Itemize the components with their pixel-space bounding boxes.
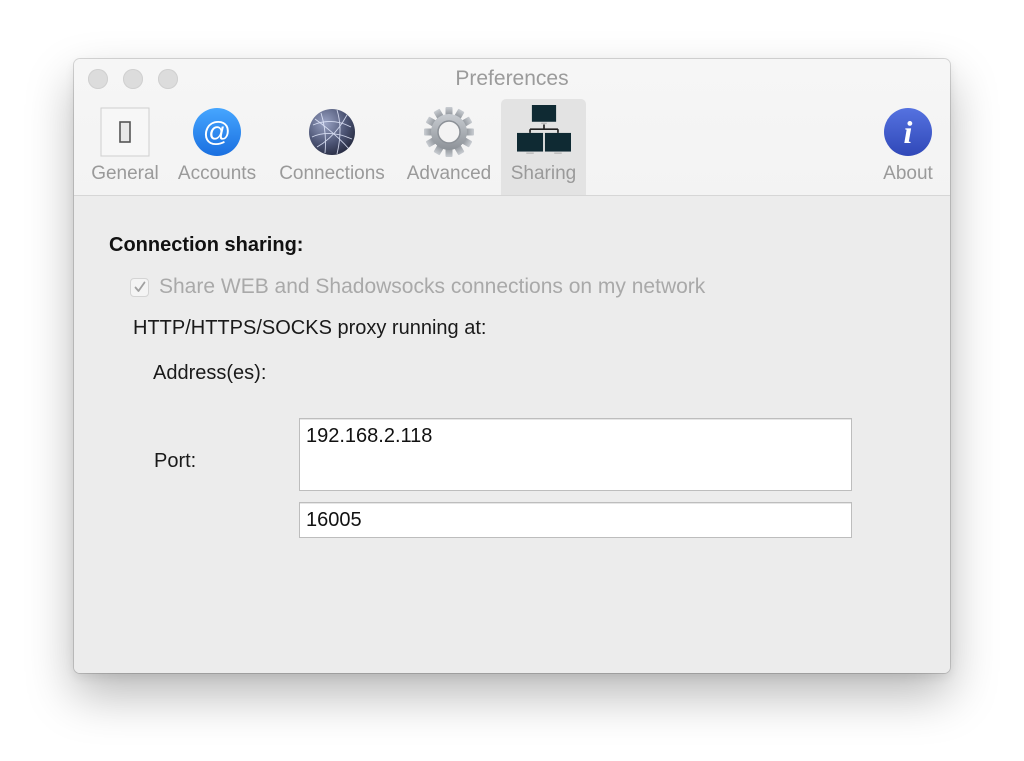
tab-sharing[interactable]: Sharing bbox=[501, 99, 586, 195]
window-title: Preferences bbox=[455, 67, 569, 90]
switch-icon bbox=[100, 107, 150, 157]
tab-general[interactable]: General bbox=[84, 99, 166, 195]
network-sharing-icon bbox=[516, 105, 571, 154]
tab-about[interactable]: i About bbox=[874, 99, 942, 195]
port-field[interactable]: 16005 bbox=[299, 502, 852, 538]
info-icon: i bbox=[884, 108, 932, 156]
at-sign-icon: @ bbox=[193, 108, 241, 156]
tab-accounts-label: Accounts bbox=[177, 163, 257, 184]
tab-advanced-label: Advanced bbox=[406, 163, 492, 184]
tab-accounts[interactable]: @ Accounts bbox=[172, 99, 262, 195]
sharing-pane: Connection sharing: Share WEB and Shadow… bbox=[74, 196, 950, 673]
gear-icon bbox=[424, 107, 474, 157]
tab-connections[interactable]: Connections bbox=[272, 99, 392, 195]
section-title: Connection sharing: bbox=[109, 234, 304, 256]
tab-advanced[interactable]: Advanced bbox=[402, 99, 496, 195]
port-label: Port: bbox=[154, 450, 197, 472]
svg-text:@: @ bbox=[203, 116, 231, 147]
checkmark-icon bbox=[134, 281, 145, 292]
globe-network-icon bbox=[309, 109, 355, 155]
address-field[interactable]: 192.168.2.118 bbox=[299, 418, 852, 491]
tab-about-label: About bbox=[883, 163, 933, 184]
share-connections-label: Share WEB and Shadowsocks connections on… bbox=[159, 275, 706, 298]
tab-sharing-label: Sharing bbox=[510, 163, 577, 184]
tab-connections-label: Connections bbox=[279, 163, 385, 184]
toolbar: Preferences General @ Accounts Connectio… bbox=[74, 59, 950, 196]
tab-general-label: General bbox=[91, 163, 159, 184]
svg-text:i: i bbox=[904, 114, 913, 150]
preferences-window: Preferences General @ Accounts Connectio… bbox=[74, 59, 950, 673]
share-connections-checkbox[interactable] bbox=[130, 277, 149, 297]
proxy-running-label: HTTP/HTTPS/SOCKS proxy running at: bbox=[133, 317, 487, 339]
share-connections-checkbox-row[interactable]: Share WEB and Shadowsocks connections on… bbox=[130, 275, 705, 299]
address-label: Address(es): bbox=[153, 362, 267, 384]
